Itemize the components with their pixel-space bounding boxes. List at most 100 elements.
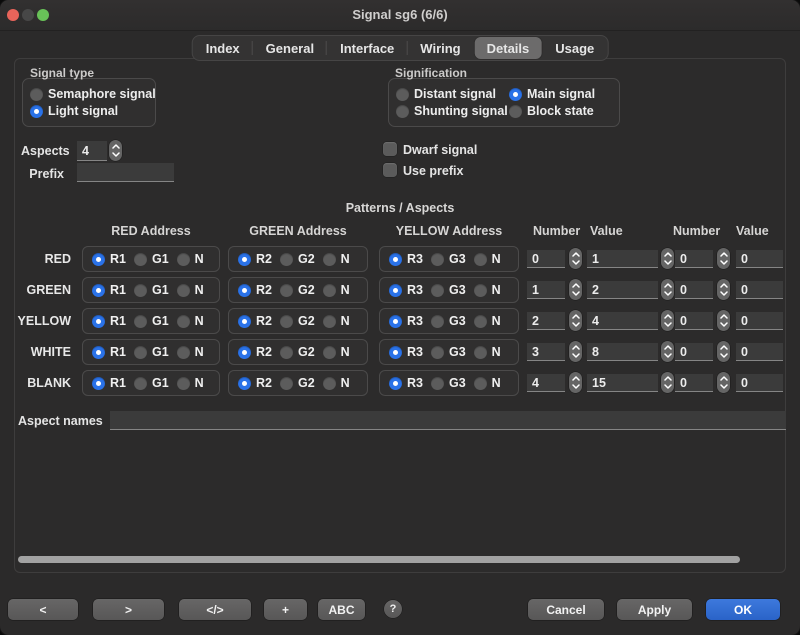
tab-details[interactable]: Details [475, 37, 542, 59]
value1-stepper[interactable] [661, 372, 674, 393]
radio-r3[interactable] [389, 253, 402, 266]
radio-r2[interactable] [238, 315, 251, 328]
number2-stepper[interactable] [717, 310, 730, 331]
number2-input[interactable] [675, 281, 713, 299]
radio-g3[interactable] [431, 315, 444, 328]
value2-input[interactable] [736, 250, 783, 268]
value1-stepper[interactable] [661, 341, 674, 362]
radio-g3[interactable] [431, 346, 444, 359]
radio-n[interactable] [177, 315, 190, 328]
radio-r3[interactable] [389, 315, 402, 328]
number1-stepper[interactable] [569, 310, 582, 331]
add-button[interactable]: + [264, 599, 307, 620]
radio-g2[interactable] [280, 377, 293, 390]
value1-stepper[interactable] [661, 310, 674, 331]
radio-g2[interactable] [280, 284, 293, 297]
radio-g2[interactable] [280, 315, 293, 328]
number2-stepper[interactable] [717, 372, 730, 393]
radio-r2[interactable] [238, 346, 251, 359]
number2-input[interactable] [675, 374, 713, 392]
use-prefix-checkbox[interactable] [383, 163, 397, 177]
tab-usage[interactable]: Usage [542, 36, 607, 60]
radio-g1[interactable] [134, 315, 147, 328]
semaphore-signal-radio[interactable] [30, 88, 43, 101]
main-signal-radio[interactable] [509, 88, 522, 101]
next-button[interactable]: > [93, 599, 164, 620]
aspects-input[interactable] [77, 141, 107, 161]
radio-r1[interactable] [92, 253, 105, 266]
radio-g1[interactable] [134, 253, 147, 266]
radio-r1[interactable] [92, 377, 105, 390]
radio-n[interactable] [177, 377, 190, 390]
radio-n[interactable] [323, 253, 336, 266]
radio-n[interactable] [323, 377, 336, 390]
number1-input[interactable] [527, 250, 565, 268]
distant-signal-radio[interactable] [396, 88, 409, 101]
number1-stepper[interactable] [569, 341, 582, 362]
value2-input[interactable] [736, 312, 783, 330]
radio-n[interactable] [177, 253, 190, 266]
radio-g3[interactable] [431, 284, 444, 297]
number1-input[interactable] [527, 281, 565, 299]
value1-stepper[interactable] [661, 279, 674, 300]
radio-n[interactable] [177, 346, 190, 359]
shunting-signal-radio[interactable] [396, 105, 409, 118]
number2-input[interactable] [675, 250, 713, 268]
number2-stepper[interactable] [717, 279, 730, 300]
radio-r3[interactable] [389, 377, 402, 390]
value1-input[interactable] [587, 343, 658, 361]
radio-g2[interactable] [280, 346, 293, 359]
cancel-button[interactable]: Cancel [528, 599, 604, 620]
prefix-input[interactable] [77, 163, 174, 182]
radio-n[interactable] [323, 284, 336, 297]
radio-r1[interactable] [92, 315, 105, 328]
aspects-stepper[interactable] [109, 140, 122, 161]
radio-g1[interactable] [134, 377, 147, 390]
number2-input[interactable] [675, 312, 713, 330]
radio-r1[interactable] [92, 346, 105, 359]
radio-g3[interactable] [431, 377, 444, 390]
code-button[interactable]: </> [179, 599, 251, 620]
radio-g1[interactable] [134, 284, 147, 297]
abc-button[interactable]: ABC [318, 599, 365, 620]
number1-stepper[interactable] [569, 248, 582, 269]
radio-r2[interactable] [238, 377, 251, 390]
minimize-window-button[interactable] [22, 9, 34, 21]
tab-interface[interactable]: Interface [327, 36, 407, 60]
radio-r2[interactable] [238, 284, 251, 297]
radio-r1[interactable] [92, 284, 105, 297]
radio-n[interactable] [323, 346, 336, 359]
value1-input[interactable] [587, 250, 658, 268]
number1-input[interactable] [527, 343, 565, 361]
radio-n[interactable] [177, 284, 190, 297]
value1-stepper[interactable] [661, 248, 674, 269]
tab-wiring[interactable]: Wiring [407, 36, 473, 60]
tab-index[interactable]: Index [193, 36, 253, 60]
radio-g2[interactable] [280, 253, 293, 266]
radio-n[interactable] [474, 315, 487, 328]
radio-r3[interactable] [389, 284, 402, 297]
number1-input[interactable] [527, 374, 565, 392]
number2-input[interactable] [675, 343, 713, 361]
zoom-window-button[interactable] [37, 9, 49, 21]
apply-button[interactable]: Apply [617, 599, 692, 620]
light-signal-radio[interactable] [30, 105, 43, 118]
tab-general[interactable]: General [253, 36, 327, 60]
radio-g3[interactable] [431, 253, 444, 266]
number2-stepper[interactable] [717, 341, 730, 362]
help-button[interactable]: ? [384, 600, 402, 618]
value2-input[interactable] [736, 374, 783, 392]
radio-r3[interactable] [389, 346, 402, 359]
radio-g1[interactable] [134, 346, 147, 359]
radio-n[interactable] [474, 377, 487, 390]
radio-n[interactable] [474, 253, 487, 266]
value1-input[interactable] [587, 281, 658, 299]
dwarf-signal-checkbox[interactable] [383, 142, 397, 156]
value2-input[interactable] [736, 281, 783, 299]
block-state-radio[interactable] [509, 105, 522, 118]
radio-n[interactable] [323, 315, 336, 328]
radio-n[interactable] [474, 284, 487, 297]
number1-stepper[interactable] [569, 372, 582, 393]
value2-input[interactable] [736, 343, 783, 361]
radio-n[interactable] [474, 346, 487, 359]
